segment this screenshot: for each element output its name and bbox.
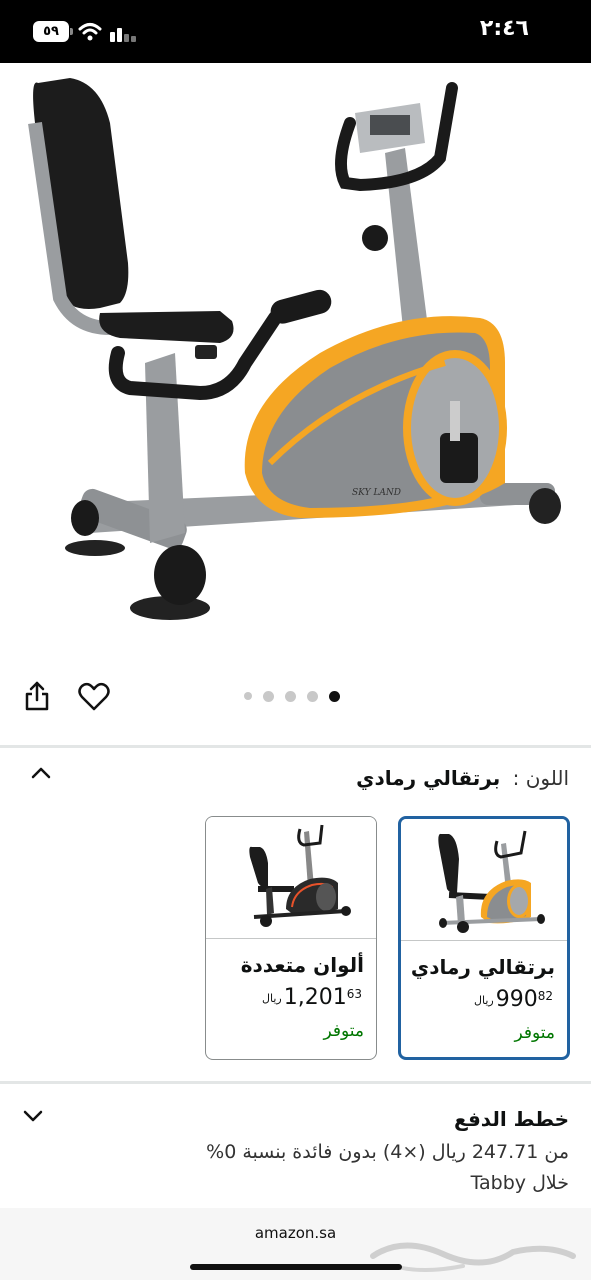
carousel-dot[interactable]	[244, 692, 252, 700]
price-fraction: 63	[346, 987, 362, 1001]
carousel-dot[interactable]	[285, 690, 296, 702]
share-icon[interactable]	[22, 680, 52, 712]
variant-availability: متوفر	[514, 1023, 555, 1043]
chevron-up-icon[interactable]	[30, 764, 52, 782]
brand-logo: SKY LAND	[352, 488, 401, 498]
home-indicator[interactable]	[190, 1264, 402, 1270]
recumbent-bike-image: SKY LAND	[28, 78, 561, 620]
color-label: اللون : برتقالي رمادي	[356, 766, 569, 790]
browser-bottom-bar: amazon.sa	[0, 1208, 591, 1280]
price-whole: 990	[495, 987, 538, 1012]
variant-separator	[401, 940, 567, 941]
payment-plans-section[interactable]: خطط الدفع من 247.71 ريال (×4) بدون فائدة…	[0, 1085, 591, 1205]
heart-icon[interactable]	[78, 682, 110, 712]
variant-card-multiple-colors[interactable]: ألوان متعددة ريال 1,201 63 متوفر	[205, 816, 377, 1060]
variant-availability: متوفر	[323, 1021, 364, 1041]
color-selector-header: اللون : برتقالي رمادي	[0, 748, 591, 810]
product-image[interactable]: SKY LAND	[0, 63, 591, 670]
battery-icon: ٥٩	[33, 21, 73, 42]
price-currency: ريال	[262, 992, 282, 1005]
variant-price: ريال 990 82	[474, 987, 553, 1013]
carousel-dot[interactable]	[263, 690, 274, 702]
status-time: ٢:٤٦	[479, 16, 529, 41]
image-carousel-dots[interactable]	[244, 690, 340, 702]
variant-thumbnail	[401, 819, 567, 940]
chevron-down-icon[interactable]	[22, 1107, 44, 1125]
divider	[0, 1081, 591, 1084]
price-whole: 1,201	[283, 985, 347, 1010]
image-action-row	[0, 670, 591, 746]
wifi-icon	[78, 23, 102, 41]
carousel-dot[interactable]	[307, 690, 318, 702]
payment-plans-detail: من 247.71 ريال (×4) بدون فائدة بنسبة 0%	[206, 1141, 569, 1163]
payment-plans-title: خطط الدفع	[454, 1107, 569, 1131]
variant-separator	[206, 938, 376, 939]
status-bar: ٥٩ ٢:٤٦	[0, 0, 591, 63]
signal-icon	[110, 28, 136, 42]
variant-name: برتقالي رمادي	[410, 955, 555, 979]
variant-thumbnail	[206, 817, 376, 938]
variant-name: ألوان متعددة	[240, 953, 364, 977]
color-label-text: اللون :	[512, 766, 569, 790]
carousel-dot-active[interactable]	[329, 690, 340, 702]
price-fraction: 82	[537, 989, 553, 1003]
variant-card-orange-gray[interactable]: برتقالي رمادي ريال 990 82 متوفر	[398, 816, 570, 1060]
color-selected-value: برتقالي رمادي	[356, 766, 501, 790]
variant-price: ريال 1,201 63	[262, 985, 362, 1011]
payment-plans-provider: خلال Tabby	[470, 1172, 569, 1194]
price-currency: ريال	[474, 994, 494, 1007]
